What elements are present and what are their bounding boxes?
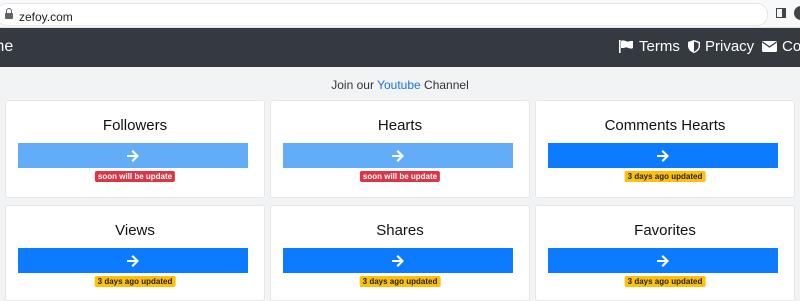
browser-toolbar: zefoy.com [0,0,800,28]
arrow-right-icon [657,254,669,267]
nav-link-contact[interactable]: Con [762,38,800,55]
status-badge: 3 days ago updated [624,276,706,287]
youtube-link[interactable]: Youtube [377,78,421,92]
address-bar[interactable]: zefoy.com [0,3,768,26]
comments-hearts-go-button[interactable] [548,143,778,168]
envelope-icon [762,41,777,52]
flag-icon [619,40,633,53]
arrow-right-icon [392,254,404,267]
status-badge: 3 days ago updated [94,276,176,287]
nav-link-terms[interactable]: Terms [619,38,680,55]
shares-go-button[interactable] [283,248,513,273]
favorites-go-button[interactable] [548,248,778,273]
status-badge: soon will be update [94,171,176,182]
card-title: Shares [376,222,424,239]
card-title: Favorites [634,222,696,239]
service-card-hearts: Hearts soon will be update [270,100,530,198]
card-title: Hearts [377,117,423,134]
arrow-right-icon [657,149,669,162]
service-card-followers: Followers soon will be update [5,100,265,198]
nav-link-label: Privacy [705,38,755,55]
join-suffix: Channel [424,78,469,92]
nav-link-label: Con [782,38,800,55]
shield-icon [688,40,700,53]
service-card-comments-hearts: Comments Hearts 3 days ago updated [535,100,795,198]
status-badge: soon will be update [359,171,441,182]
status-badge: 3 days ago updated [359,276,441,287]
hearts-go-button[interactable] [283,143,513,168]
status-badge: 3 days ago updated [624,171,706,182]
service-card-shares: Shares 3 days ago updated [270,205,530,301]
arrow-right-icon [127,254,139,267]
service-card-favorites: Favorites 3 days ago updated [535,205,795,301]
card-title: Comments Hearts [604,117,726,134]
followers-go-button[interactable] [18,143,248,168]
sidebar-toggle-icon[interactable] [776,8,786,18]
navbar-brand[interactable]: me [0,38,13,56]
url-text[interactable]: zefoy.com [19,10,73,24]
card-title: Followers [102,117,168,134]
nav-link-label: Terms [639,38,680,55]
card-title: Views [115,222,155,239]
service-card-views: Views 3 days ago updated [5,205,265,301]
lock-icon [5,8,13,21]
profile-avatar-icon[interactable] [794,6,800,20]
navbar: me Terms Privacy Con [0,28,800,67]
views-go-button[interactable] [18,248,248,273]
join-prefix: Join our [331,78,374,92]
arrow-right-icon [127,149,139,162]
arrow-right-icon [392,149,404,162]
join-youtube-text: Join our Youtube Channel [0,78,800,92]
nav-link-privacy[interactable]: Privacy [688,38,754,55]
